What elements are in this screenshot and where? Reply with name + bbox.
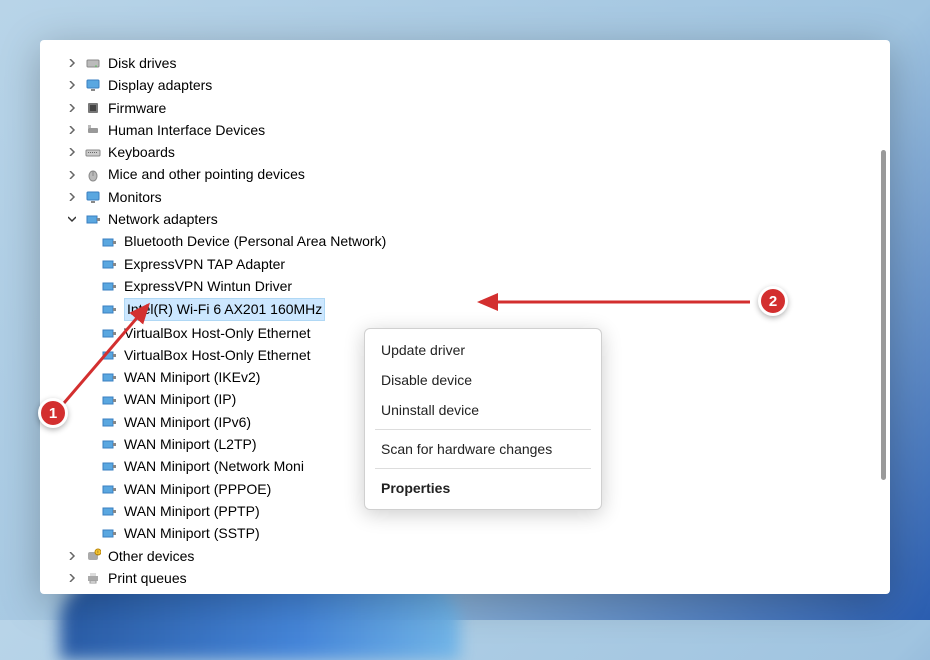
category-keyboards[interactable]: Keyboards: [66, 141, 884, 163]
category-firmware[interactable]: Firmware: [66, 97, 884, 119]
chevron-right-icon[interactable]: [66, 79, 78, 91]
menu-update-driver[interactable]: Update driver: [365, 335, 601, 365]
category-other-devices[interactable]: ! Other devices: [66, 545, 884, 567]
network-adapter-icon: [100, 480, 118, 498]
mouse-icon: [84, 166, 102, 184]
monitor-icon: [84, 188, 102, 206]
device-label: WAN Miniport (IP): [124, 389, 236, 409]
chevron-right-icon[interactable]: [66, 191, 78, 203]
hid-icon: [84, 121, 102, 139]
category-monitors[interactable]: Monitors: [66, 186, 884, 208]
category-hid[interactable]: Human Interface Devices: [66, 119, 884, 141]
network-adapter-icon: [100, 277, 118, 295]
device-label: WAN Miniport (SSTP): [124, 523, 260, 543]
device-label: WAN Miniport (Network Moni: [124, 456, 304, 476]
category-network-adapters[interactable]: Network adapters: [66, 208, 884, 230]
menu-separator: [375, 468, 591, 469]
device-manager-window: Disk drives Display adapters Firmware: [40, 40, 890, 594]
category-label: Monitors: [108, 187, 162, 207]
device-label: Bluetooth Device (Personal Area Network): [124, 231, 386, 251]
device-label: VirtualBox Host-Only Ethernet: [124, 323, 311, 343]
network-adapter-icon: [100, 255, 118, 273]
network-adapter-icon: [100, 324, 118, 342]
network-adapter-icon: [100, 300, 118, 318]
device-label: ExpressVPN Wintun Driver: [124, 276, 292, 296]
other-devices-icon: !: [84, 547, 102, 565]
menu-scan-hardware[interactable]: Scan for hardware changes: [365, 434, 601, 464]
firmware-icon: [84, 99, 102, 117]
network-adapter-icon: [100, 502, 118, 520]
annotation-badge-2: 2: [758, 286, 788, 316]
network-adapter-icon: [100, 413, 118, 431]
device-label: WAN Miniport (IKEv2): [124, 367, 260, 387]
device-label: Intel(R) Wi-Fi 6 AX201 160MHz: [124, 298, 325, 320]
network-adapter-icon: [100, 524, 118, 542]
chevron-right-icon[interactable]: [66, 169, 78, 181]
device-label: WAN Miniport (IPv6): [124, 412, 251, 432]
device-expressvpn-tap[interactable]: ExpressVPN TAP Adapter: [66, 253, 884, 275]
menu-properties[interactable]: Properties: [365, 473, 601, 503]
chevron-right-icon[interactable]: [66, 146, 78, 158]
network-adapter-icon: [100, 233, 118, 251]
chevron-down-icon[interactable]: [66, 213, 78, 225]
network-adapter-icon: [100, 368, 118, 386]
annotation-number: 2: [769, 293, 777, 310]
network-adapter-icon: [84, 210, 102, 228]
category-processors[interactable]: Processors: [66, 589, 884, 594]
category-print-queues[interactable]: Print queues: [66, 567, 884, 589]
category-label: Human Interface Devices: [108, 120, 265, 140]
device-label: VirtualBox Host-Only Ethernet: [124, 345, 311, 365]
category-label: Disk drives: [108, 53, 176, 73]
disk-icon: [84, 54, 102, 72]
chevron-right-icon[interactable]: [66, 572, 78, 584]
category-mice[interactable]: Mice and other pointing devices: [66, 163, 884, 185]
device-wan-sstp[interactable]: WAN Miniport (SSTP): [66, 522, 884, 544]
category-label: Keyboards: [108, 142, 175, 162]
printer-icon: [84, 569, 102, 587]
device-label: WAN Miniport (L2TP): [124, 434, 257, 454]
chevron-right-icon[interactable]: [66, 57, 78, 69]
device-bluetooth-pan[interactable]: Bluetooth Device (Personal Area Network): [66, 230, 884, 252]
category-label: Print queues: [108, 568, 187, 588]
menu-disable-device[interactable]: Disable device: [365, 365, 601, 395]
display-adapter-icon: [84, 76, 102, 94]
category-disk-drives[interactable]: Disk drives: [66, 52, 884, 74]
category-display-adapters[interactable]: Display adapters: [66, 74, 884, 96]
keyboard-icon: [84, 143, 102, 161]
device-tree: Disk drives Display adapters Firmware: [40, 40, 890, 594]
menu-separator: [375, 429, 591, 430]
network-adapter-icon: [100, 346, 118, 364]
svg-text:!: !: [97, 550, 98, 556]
context-menu: Update driver Disable device Uninstall d…: [364, 328, 602, 510]
chevron-right-icon[interactable]: [66, 102, 78, 114]
annotation-badge-1: 1: [38, 398, 68, 428]
category-label: Display adapters: [108, 75, 212, 95]
device-label: WAN Miniport (PPPOE): [124, 479, 271, 499]
annotation-number: 1: [49, 405, 57, 422]
device-label: ExpressVPN TAP Adapter: [124, 254, 285, 274]
network-adapter-icon: [100, 391, 118, 409]
processor-icon: [84, 591, 102, 594]
network-adapter-icon: [100, 435, 118, 453]
category-label: Processors: [108, 590, 178, 594]
menu-uninstall-device[interactable]: Uninstall device: [365, 395, 601, 425]
category-label: Mice and other pointing devices: [108, 164, 305, 184]
scrollbar-thumb[interactable]: [881, 150, 886, 480]
network-adapter-icon: [100, 457, 118, 475]
chevron-right-icon[interactable]: [66, 550, 78, 562]
category-label: Firmware: [108, 98, 166, 118]
category-label: Other devices: [108, 546, 194, 566]
chevron-right-icon[interactable]: [66, 124, 78, 136]
device-label: WAN Miniport (PPTP): [124, 501, 260, 521]
category-label: Network adapters: [108, 209, 218, 229]
